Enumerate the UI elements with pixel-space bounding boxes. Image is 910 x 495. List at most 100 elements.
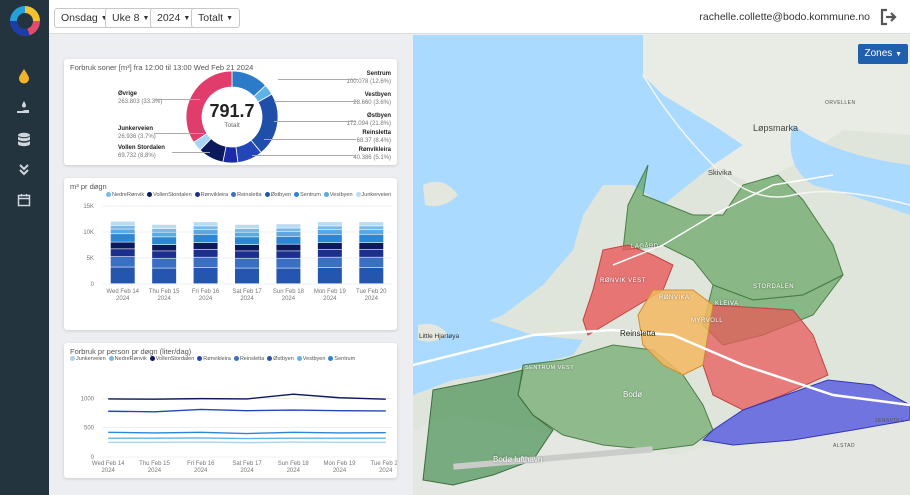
bar-segment-ostbyen[interactable]: [276, 268, 301, 284]
bar-segment-nedreronvik[interactable]: [359, 226, 384, 230]
legend-item-reinsletta[interactable]: Reinsletta: [233, 356, 264, 362]
bar-segment-reinsletta[interactable]: [193, 257, 218, 268]
legend-item-junkerveien[interactable]: Junkerveien: [70, 356, 106, 362]
bar-segment-vestbyen[interactable]: [235, 232, 259, 237]
legend-dot: [108, 356, 114, 361]
bar-segment-ostbyen[interactable]: [317, 267, 342, 284]
bar-segment-reinsletta[interactable]: [110, 256, 135, 267]
caret-down-icon: ▼: [895, 51, 902, 58]
legend-item-ronvikleira[interactable]: Rønvikleira: [197, 356, 231, 362]
bar-segment-vollenstordalen[interactable]: [317, 242, 342, 250]
logout-icon[interactable]: [879, 8, 899, 26]
calendar-icon[interactable]: [12, 188, 36, 212]
bar-segment-ostbyen[interactable]: [110, 267, 135, 284]
app-logo[interactable]: [10, 6, 40, 36]
bar-segment-reinsletta[interactable]: [359, 257, 384, 268]
bar-segment-ronvikleira[interactable]: [317, 249, 342, 257]
bar-segment-nedreronvik[interactable]: [110, 225, 135, 229]
bar-segment-nedreronvik[interactable]: [317, 226, 342, 230]
bar-segment-sentrum[interactable]: [317, 234, 342, 243]
bar-segment-nedreronvik[interactable]: [276, 228, 301, 232]
bar-segment-vollenstordalen[interactable]: [193, 242, 218, 250]
legend-item-sentrum[interactable]: Sentrum: [328, 356, 355, 362]
database-icon[interactable]: [12, 128, 36, 152]
donut-total-label: Totalt: [224, 122, 240, 129]
x-tick-label: Tue Feb 202024: [371, 461, 397, 474]
bar-segment-ronvikleira[interactable]: [276, 251, 301, 258]
bar-segment-sentrum[interactable]: [235, 237, 259, 245]
bar-segment-vestbyen[interactable]: [193, 229, 218, 234]
bar-segment-ronvikleira[interactable]: [110, 249, 135, 257]
bar-segment-sentrum[interactable]: [359, 234, 384, 243]
map-label-ronvika: RØNVIKA: [659, 295, 690, 301]
map-label-alstad: ALSTAD: [833, 443, 856, 449]
line-series-junkerveien[interactable]: [108, 441, 386, 444]
bar-segment-ostbyen[interactable]: [193, 267, 218, 284]
bar-chart-title: m³ pr døgn: [70, 182, 107, 191]
bar-segment-vollenstordalen[interactable]: [110, 242, 135, 249]
double-chevron-down-icon[interactable]: [12, 158, 36, 182]
bar-segment-sentrum[interactable]: [110, 234, 135, 242]
bar-segment-sentrum[interactable]: [152, 237, 177, 245]
hand-water-icon[interactable]: [12, 96, 36, 120]
x-tick-label: Fri Feb 16 2024: [192, 289, 220, 302]
bar-segment-ronvikleira[interactable]: [152, 251, 177, 258]
bar-segment-sentrum[interactable]: [193, 234, 218, 243]
bar-segment-sentrum[interactable]: [276, 236, 301, 244]
bar-segment-ronvikleira[interactable]: [235, 251, 259, 258]
bar-segment-ronvikleira[interactable]: [359, 249, 384, 257]
bar-segment-ostbyen[interactable]: [152, 268, 177, 284]
bar-segment-vestbyen[interactable]: [110, 229, 135, 234]
bar-segment-nedreronvik[interactable]: [152, 228, 177, 232]
bar-segment-junkerveien[interactable]: [317, 222, 342, 226]
bar-segment-vollenstordalen[interactable]: [276, 244, 301, 251]
legend-item-vollenstordalen[interactable]: VollenStordalen: [149, 356, 194, 362]
line-series-sentrum[interactable]: [108, 431, 386, 435]
legend-item-ostbyen[interactable]: Østbyen: [264, 191, 291, 199]
legend-item-sentrum[interactable]: Sentrum: [294, 191, 321, 199]
legend-item-nedreronvik[interactable]: NedreRønvik: [106, 191, 144, 199]
legend-dot: [194, 192, 200, 197]
legend-label: Sentrum: [334, 356, 356, 362]
bar-segment-vollenstordalen[interactable]: [359, 242, 384, 250]
bar-segment-vollenstordalen[interactable]: [235, 245, 259, 251]
bar-segment-vestbyen[interactable]: [276, 232, 301, 237]
bar-segment-nedreronvik[interactable]: [235, 228, 259, 232]
bar-segment-junkerveien[interactable]: [359, 222, 384, 226]
bar-segment-junkerveien[interactable]: [235, 224, 259, 229]
legend-item-vestbyen[interactable]: Vestbyen: [296, 356, 325, 362]
bar-segment-reinsletta[interactable]: [276, 258, 301, 268]
bar-segment-vollenstordalen[interactable]: [152, 245, 177, 251]
legend-item-vestbyen[interactable]: Vestbyen: [323, 191, 353, 199]
zones-dropdown-button[interactable]: Zones ▼: [858, 44, 908, 64]
legend-item-nedreronvik[interactable]: NedreRønvik: [108, 356, 147, 362]
legend-item-reinsletta[interactable]: Reinsletta: [231, 191, 262, 199]
legend-item-vollenstordalen[interactable]: VollenStordalen: [147, 191, 192, 199]
bar-segment-vestbyen[interactable]: [359, 229, 384, 234]
water-drop-icon[interactable]: [12, 64, 36, 88]
zone-map[interactable]: Zones ▼ Løpsmarka Skivika LAGÅRD STORDALEN R…: [413, 35, 910, 495]
bar-segment-junkerveien[interactable]: [110, 221, 135, 226]
bar-segment-ostbyen[interactable]: [235, 268, 259, 284]
line-series-vestbyen[interactable]: [108, 437, 386, 440]
bar-segment-reinsletta[interactable]: [317, 257, 342, 268]
bar-segment-ostbyen[interactable]: [359, 267, 384, 284]
bar-segment-junkerveien[interactable]: [193, 222, 218, 226]
aggregation-dropdown-value: Totalt: [198, 12, 224, 24]
aggregation-dropdown[interactable]: Totalt ▼: [191, 8, 241, 28]
bar-segment-junkerveien[interactable]: [276, 224, 301, 228]
bar-segment-vestbyen[interactable]: [317, 229, 342, 234]
x-tick-label: Sun Feb 18 2024: [278, 461, 310, 474]
bar-segment-nedreronvik[interactable]: [193, 226, 218, 230]
bar-segment-reinsletta[interactable]: [235, 258, 259, 268]
bar-segment-ronvikleira[interactable]: [193, 249, 218, 257]
line-series-ronvikleira[interactable]: [108, 408, 386, 413]
legend-item-ostbyen[interactable]: Østbyen: [267, 356, 294, 362]
week-dropdown[interactable]: Uke 8 ▼: [105, 8, 157, 28]
bar-segment-reinsletta[interactable]: [152, 258, 177, 268]
legend-item-junkerveien[interactable]: Junkerveien: [355, 191, 391, 199]
week-dropdown-value: Uke 8: [112, 12, 140, 24]
bar-segment-junkerveien[interactable]: [152, 224, 177, 229]
bar-segment-vestbyen[interactable]: [152, 232, 177, 237]
legend-item-ronvikleira[interactable]: Rønvikleira: [194, 191, 228, 199]
